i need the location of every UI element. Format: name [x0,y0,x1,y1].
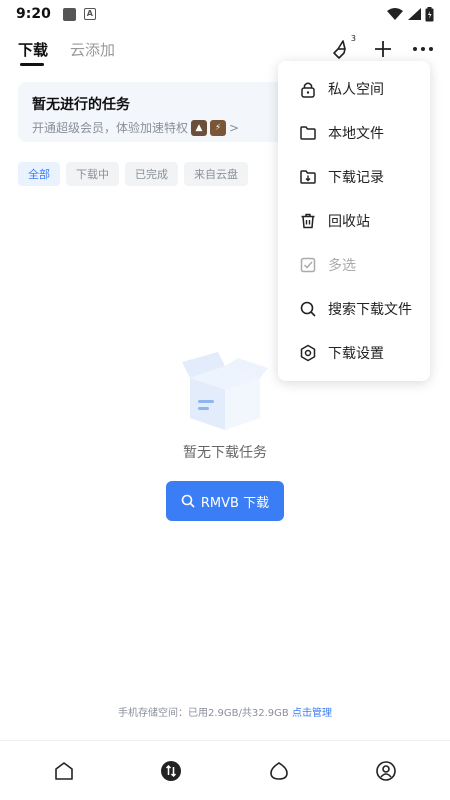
menu-item-download-settings[interactable]: 下载设置 [278,331,430,375]
broom-icon [333,40,346,59]
settings-icon [298,343,318,363]
tab-cloud-add[interactable]: 云添加 [70,39,115,60]
storage-text: 手机存储空间：已用2.9GB/共32.9GB [118,708,289,719]
promo-arrow: > [229,120,240,135]
trash-icon [298,211,318,231]
filter-chip-completed[interactable]: 已完成 [125,162,178,186]
active-tab-indicator [20,63,44,66]
notification-count: 3 [350,34,356,43]
nav-home[interactable] [44,751,84,791]
promo-subtitle: 开通超级会员，体验加速特权 [32,121,189,135]
filter-chips: 全部 下载中 已完成 来自云盘 [18,162,248,186]
menu-item-label: 搜索下载文件 [328,302,412,318]
menu-item-download-history[interactable]: 下载记录 [278,155,430,199]
more-dots-icon [413,47,433,51]
vip-badge-icon: ▲ [191,119,208,136]
menu-item-multi-select[interactable]: 多选 [278,243,430,287]
home-icon [54,761,73,780]
filter-chip-from-cloud[interactable]: 来自云盘 [184,162,248,186]
lightning-badge-icon: ⚡ [210,119,227,136]
download-record-icon [298,167,318,187]
menu-item-label: 回收站 [328,214,370,230]
tab-download[interactable]: 下载 [18,39,48,60]
status-bar: 9:20 A [0,0,450,28]
search-icon [181,494,195,508]
menu-item-private-space[interactable]: 私人空间 [278,67,430,111]
more-options-menu: 私人空间 本地文件 下载记录 回收站 多选 搜索下载文件 下载设置 [278,61,430,381]
search-icon [298,299,318,319]
storage-info: 手机存储空间：已用2.9GB/共32.9GB 点击管理 [0,704,450,719]
menu-item-label: 多选 [328,258,356,274]
bottom-nav [0,740,450,800]
lock-icon [298,79,318,99]
a-letter-icon: A [83,8,96,20]
cloud-icon [269,761,288,780]
menu-item-label: 私人空间 [328,82,384,98]
profile-icon [376,760,397,781]
wifi-icon [387,8,403,20]
menu-item-label: 本地文件 [328,126,384,142]
broom-notification-button[interactable]: 3 [328,34,356,62]
empty-message: 暂无下载任务 [183,445,267,461]
plus-icon [375,41,391,57]
search-rmvb-button[interactable]: RMVB 下载 [166,481,284,521]
add-button[interactable] [370,36,396,62]
menu-item-local-files[interactable]: 本地文件 [278,111,430,155]
menu-item-search-downloads[interactable]: 搜索下载文件 [278,287,430,331]
menu-item-label: 下载记录 [328,170,384,186]
battery-icon [425,6,434,21]
search-button-label: RMVB 下载 [200,495,270,511]
nav-profile[interactable] [366,751,406,791]
filter-chip-all[interactable]: 全部 [18,162,60,186]
more-button[interactable] [410,36,436,62]
notification-square-icon [62,7,76,21]
folder-icon [298,123,318,143]
nav-transfer[interactable] [151,751,191,791]
signal-icon [408,8,421,20]
storage-manage-link[interactable]: 点击管理 [292,708,332,719]
menu-item-recycle-bin[interactable]: 回收站 [278,199,430,243]
transfer-icon [161,760,182,781]
status-time: 9:20 [16,6,51,22]
empty-box-illustration [182,352,268,430]
checkbox-icon [298,255,318,275]
nav-cloud[interactable] [259,751,299,791]
promo-card[interactable]: 暂无进行的任务 开通超级会员，体验加速特权 ▲ ⚡ > [18,82,318,142]
filter-chip-downloading[interactable]: 下载中 [66,162,119,186]
menu-item-label: 下载设置 [328,346,384,362]
promo-title: 暂无进行的任务 [32,97,130,113]
promo-subtitle-row: 开通超级会员，体验加速特权 ▲ ⚡ > [32,119,304,136]
